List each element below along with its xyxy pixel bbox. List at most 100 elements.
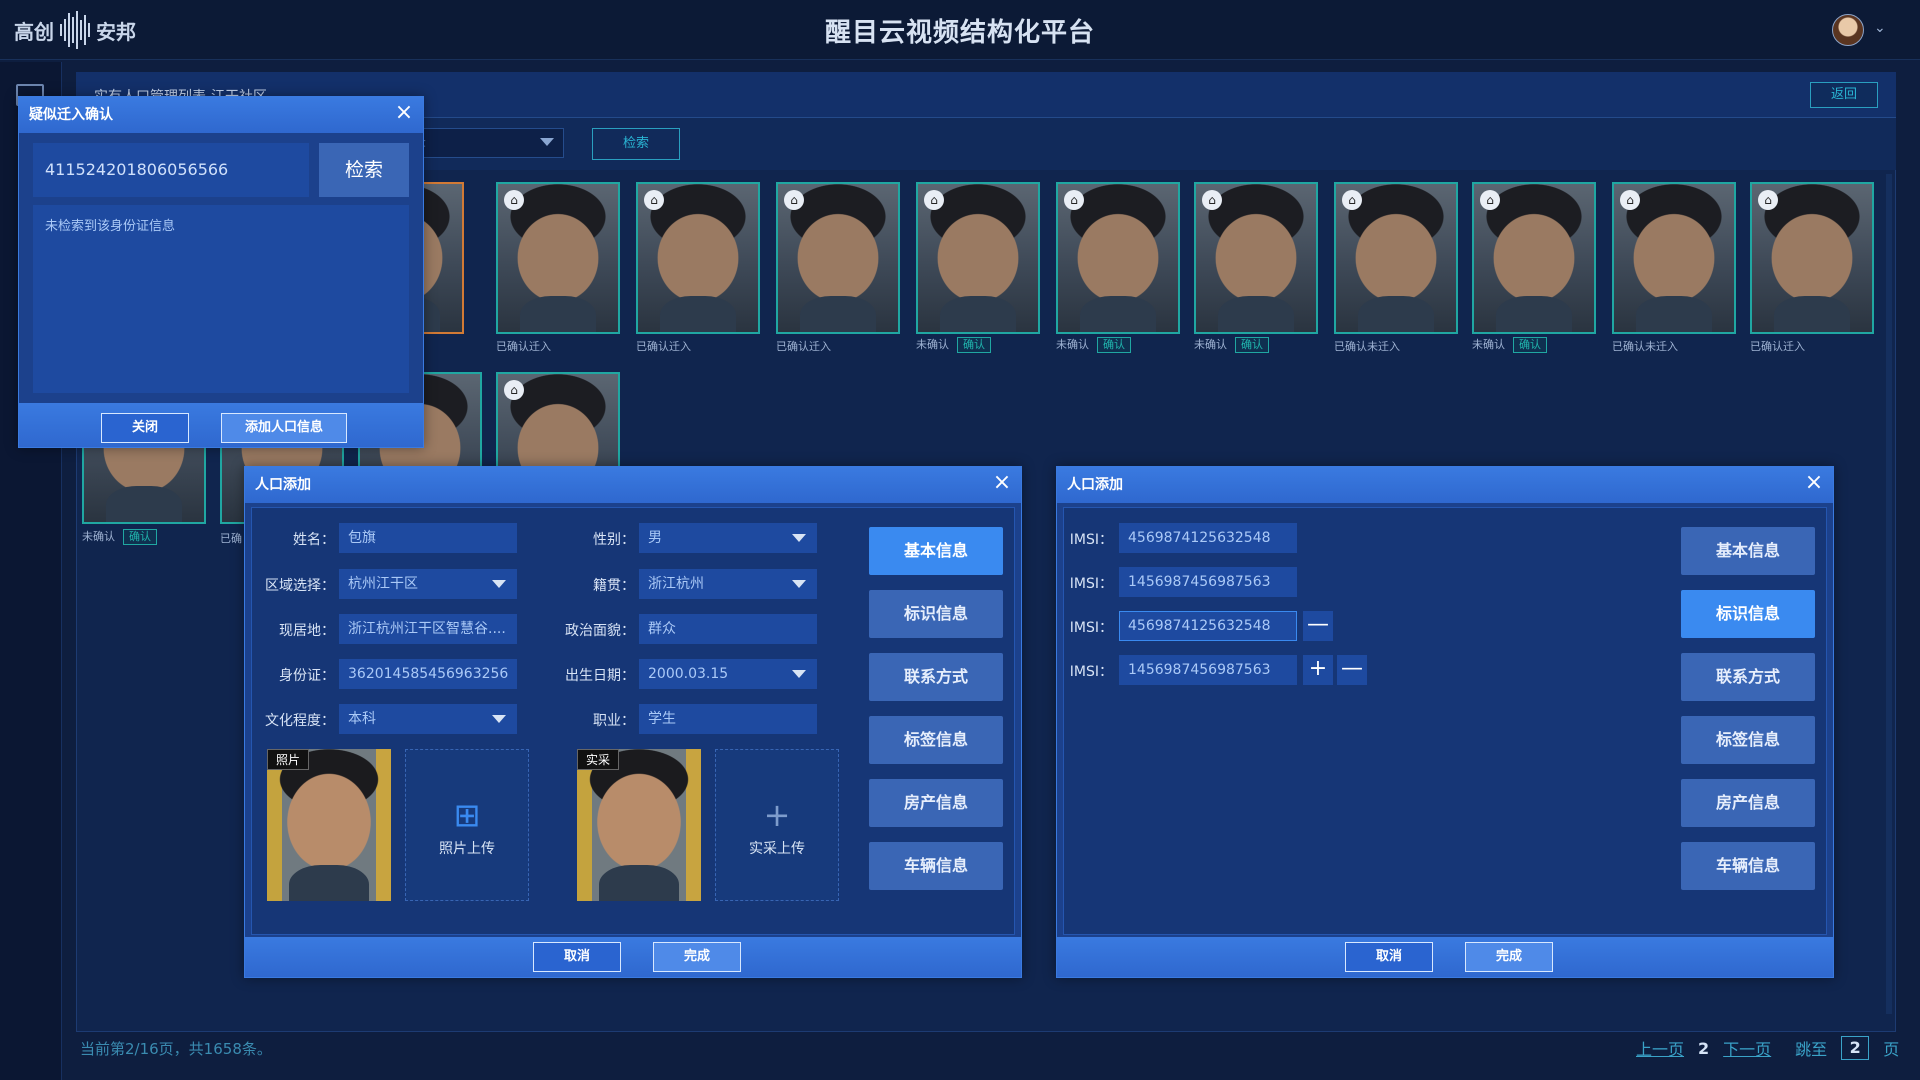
home-icon: ⌂ — [504, 380, 524, 400]
close-icon[interactable]: × — [393, 102, 415, 125]
area-select[interactable]: 杭州江干区 — [339, 569, 517, 599]
tab-contact[interactable]: 联系方式 — [1681, 653, 1815, 701]
address-field[interactable]: 浙江杭州江干区智慧谷.... — [339, 614, 517, 644]
cancel-button[interactable]: 取消 — [1345, 942, 1433, 972]
face-card[interactable]: ⌂ — [916, 182, 1040, 334]
close-icon[interactable]: × — [1803, 472, 1825, 495]
id-photo: 照片 — [267, 749, 391, 901]
page-info: 当前第2/16页，共1658条。 — [80, 1040, 272, 1058]
card-status: 未确认 确认 — [1056, 336, 1131, 353]
confirm-button[interactable]: 确认 — [123, 529, 157, 545]
face-card[interactable]: ⌂ — [636, 182, 760, 334]
card-status: 未确认 确认 — [1472, 336, 1547, 353]
add-person-dialog-id: 人口添加 × IMSI： 4569874125632548 IMSI： 1456… — [1056, 466, 1834, 978]
tab-property[interactable]: 房产信息 — [869, 779, 1003, 827]
card-status: 已确 — [220, 532, 242, 545]
face-card[interactable]: ⌂ — [1750, 182, 1874, 334]
name-field[interactable]: 包旗 — [339, 523, 517, 553]
area-label: 区域选择： — [265, 578, 335, 594]
confirm-button[interactable]: 确认 — [1097, 337, 1131, 353]
face-card[interactable]: ⌂ — [1056, 182, 1180, 334]
political-label: 政治面貌： — [565, 623, 635, 639]
plus-icon[interactable]: + — [1303, 655, 1333, 685]
tab-id-info[interactable]: 标识信息 — [1681, 590, 1815, 638]
grid-icon: ⊞ — [453, 796, 481, 834]
app-title: 醒目云视频结构化平台 — [824, 18, 1095, 48]
done-button[interactable]: 完成 — [653, 942, 741, 972]
photo-upload[interactable]: ⊞ 照片上传 — [405, 749, 529, 901]
photo-tag: 照片 — [267, 749, 310, 770]
job-field[interactable]: 学生 — [639, 704, 817, 734]
cancel-button[interactable]: 取消 — [533, 942, 621, 972]
face-card[interactable]: ⌂ — [1472, 182, 1596, 334]
political-field[interactable]: 群众 — [639, 614, 817, 644]
face-card[interactable]: ⌂ — [496, 182, 620, 334]
dialog-title: 疑似迁入确认 — [19, 97, 423, 133]
minus-icon[interactable]: — — [1337, 655, 1367, 685]
home-icon: ⌂ — [1342, 190, 1362, 210]
home-icon: ⌂ — [1620, 190, 1640, 210]
confirm-button[interactable]: 确认 — [1513, 337, 1547, 353]
id-card-field[interactable]: 362014585456963256 — [339, 659, 517, 689]
imsi-label: IMSI： — [1069, 532, 1113, 548]
home-icon: ⌂ — [1202, 190, 1222, 210]
close-button[interactable]: 关闭 — [101, 413, 189, 443]
birth-date-label: 出生日期： — [565, 668, 635, 684]
confirm-button[interactable]: 确认 — [957, 337, 991, 353]
live-upload[interactable]: + 实采上传 — [715, 749, 839, 901]
dialog-title: 人口添加 — [245, 467, 1021, 503]
user-avatar[interactable] — [1832, 14, 1864, 46]
filter-search-button[interactable]: 检索 — [592, 128, 680, 160]
next-page-link[interactable]: 下一页 — [1723, 1036, 1771, 1060]
home-icon: ⌂ — [504, 190, 524, 210]
face-card[interactable]: ⌂ — [1194, 182, 1318, 334]
id-card-label: 身份证： — [279, 668, 335, 684]
prev-page-link[interactable]: 上一页 — [1636, 1036, 1684, 1060]
scrollbar[interactable] — [1886, 174, 1892, 1014]
close-icon[interactable]: × — [991, 472, 1013, 495]
tab-property[interactable]: 房产信息 — [1681, 779, 1815, 827]
imsi-field[interactable]: 1456987456987563 — [1119, 567, 1297, 597]
add-person-info-button[interactable]: 添加人口信息 — [221, 413, 347, 443]
confirm-button[interactable]: 确认 — [1235, 337, 1269, 353]
tab-tags[interactable]: 标签信息 — [1681, 716, 1815, 764]
imsi-label: IMSI： — [1069, 620, 1113, 636]
native-place-select[interactable]: 浙江杭州 — [639, 569, 817, 599]
current-page: 2 — [1698, 1038, 1710, 1058]
tab-vehicle[interactable]: 车辆信息 — [869, 842, 1003, 890]
tab-tags[interactable]: 标签信息 — [869, 716, 1003, 764]
add-person-dialog-basic: 人口添加 × 姓名： 包旗 性别： 男 区域选择： 杭州江干区 籍贯： 浙江杭州… — [244, 466, 1022, 978]
id-search-input[interactable]: 411524201806056566 — [33, 143, 309, 197]
imsi-field[interactable]: 4569874125632548 — [1119, 611, 1297, 641]
face-card[interactable]: ⌂ — [1612, 182, 1736, 334]
imsi-field[interactable]: 4569874125632548 — [1119, 523, 1297, 553]
id-search-button[interactable]: 检索 — [319, 143, 409, 197]
pagination: 上一页 2 下一页 跳至 2 页 — [1636, 1036, 1899, 1060]
goto-page-input[interactable]: 2 — [1841, 1036, 1870, 1060]
done-button[interactable]: 完成 — [1465, 942, 1553, 972]
imsi-field[interactable]: 1456987456987563 — [1119, 655, 1297, 685]
minus-icon[interactable]: — — [1303, 611, 1333, 641]
card-status: 已确认迁入 — [636, 340, 691, 353]
imsi-label: IMSI： — [1069, 664, 1113, 680]
birth-date-select[interactable]: 2000.03.15 — [639, 659, 817, 689]
tab-basic-info[interactable]: 基本信息 — [1681, 527, 1815, 575]
education-select[interactable]: 本科 — [339, 704, 517, 734]
tab-id-info[interactable]: 标识信息 — [869, 590, 1003, 638]
native-place-label: 籍贯： — [593, 578, 635, 594]
home-icon: ⌂ — [644, 190, 664, 210]
home-icon: ⌂ — [784, 190, 804, 210]
face-card[interactable]: ⌂ — [1334, 182, 1458, 334]
gender-label: 性别： — [593, 532, 635, 548]
back-button[interactable]: 返回 — [1810, 82, 1878, 108]
tab-basic-info[interactable]: 基本信息 — [869, 527, 1003, 575]
caret-down-icon[interactable] — [540, 138, 554, 146]
plus-icon: + — [763, 796, 791, 834]
gender-select[interactable]: 男 — [639, 523, 817, 553]
tab-contact[interactable]: 联系方式 — [869, 653, 1003, 701]
face-card[interactable]: ⌂ — [776, 182, 900, 334]
card-status: 已确认迁入 — [1750, 340, 1805, 353]
goto-prefix: 跳至 — [1795, 1040, 1828, 1059]
tab-vehicle[interactable]: 车辆信息 — [1681, 842, 1815, 890]
chevron-down-icon[interactable]: ⌄ — [1874, 20, 1886, 36]
